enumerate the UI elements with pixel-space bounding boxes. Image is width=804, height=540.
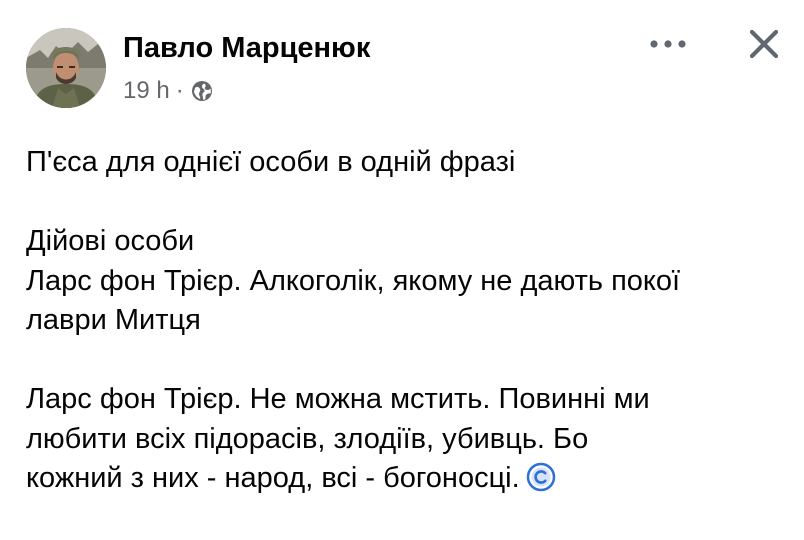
post-text-line: любити всіх підорасів, злодіїв, убивць. … [26, 422, 589, 455]
post-text-line: П'єса для однієї особи в одній фразі [26, 146, 516, 178]
globe-icon[interactable] [190, 79, 214, 103]
facebook-post: Павло Марценюк 19 h · П'єса для однієї о… [0, 0, 804, 540]
post-text-line: лаври Митця [26, 304, 201, 336]
copyright-emoji-icon [526, 462, 556, 492]
close-button[interactable] [744, 24, 784, 64]
post-paragraph-1: П'єса для однієї особи в одній фразі [26, 143, 796, 183]
post-timestamp[interactable]: 19 h [123, 77, 170, 105]
post-text-line: Ларс фон Трієр. Не можна мстить. Повинні… [26, 383, 650, 415]
avatar-photo [26, 28, 106, 108]
meta-separator: · [175, 77, 184, 104]
more-options-button[interactable] [646, 28, 690, 60]
post-text: П'єса для однієї особи в одній фразі Дій… [26, 143, 796, 499]
close-icon [749, 29, 779, 59]
post-text-line-last: кожний з них - народ, всі - богоносці. [26, 459, 796, 499]
author-name[interactable]: Павло Марценюк [123, 30, 370, 66]
avatar[interactable] [26, 28, 106, 108]
more-options-icon [650, 40, 686, 48]
post-paragraph-3: Ларс фон Трієр. Не можна мстить. Повинні… [26, 380, 796, 499]
post-paragraph-2: Дійові особи Ларс фон Трієр. Алкоголік, … [26, 222, 796, 341]
post-text-line: Дійові особи [26, 225, 195, 257]
post-text-line-content: кожний з них - народ, всі - богоносці. [26, 462, 520, 494]
post-meta: 19 h · [123, 76, 214, 106]
post-text-line: Ларс фон Трієр. Алкоголік, якому не дают… [26, 264, 681, 297]
